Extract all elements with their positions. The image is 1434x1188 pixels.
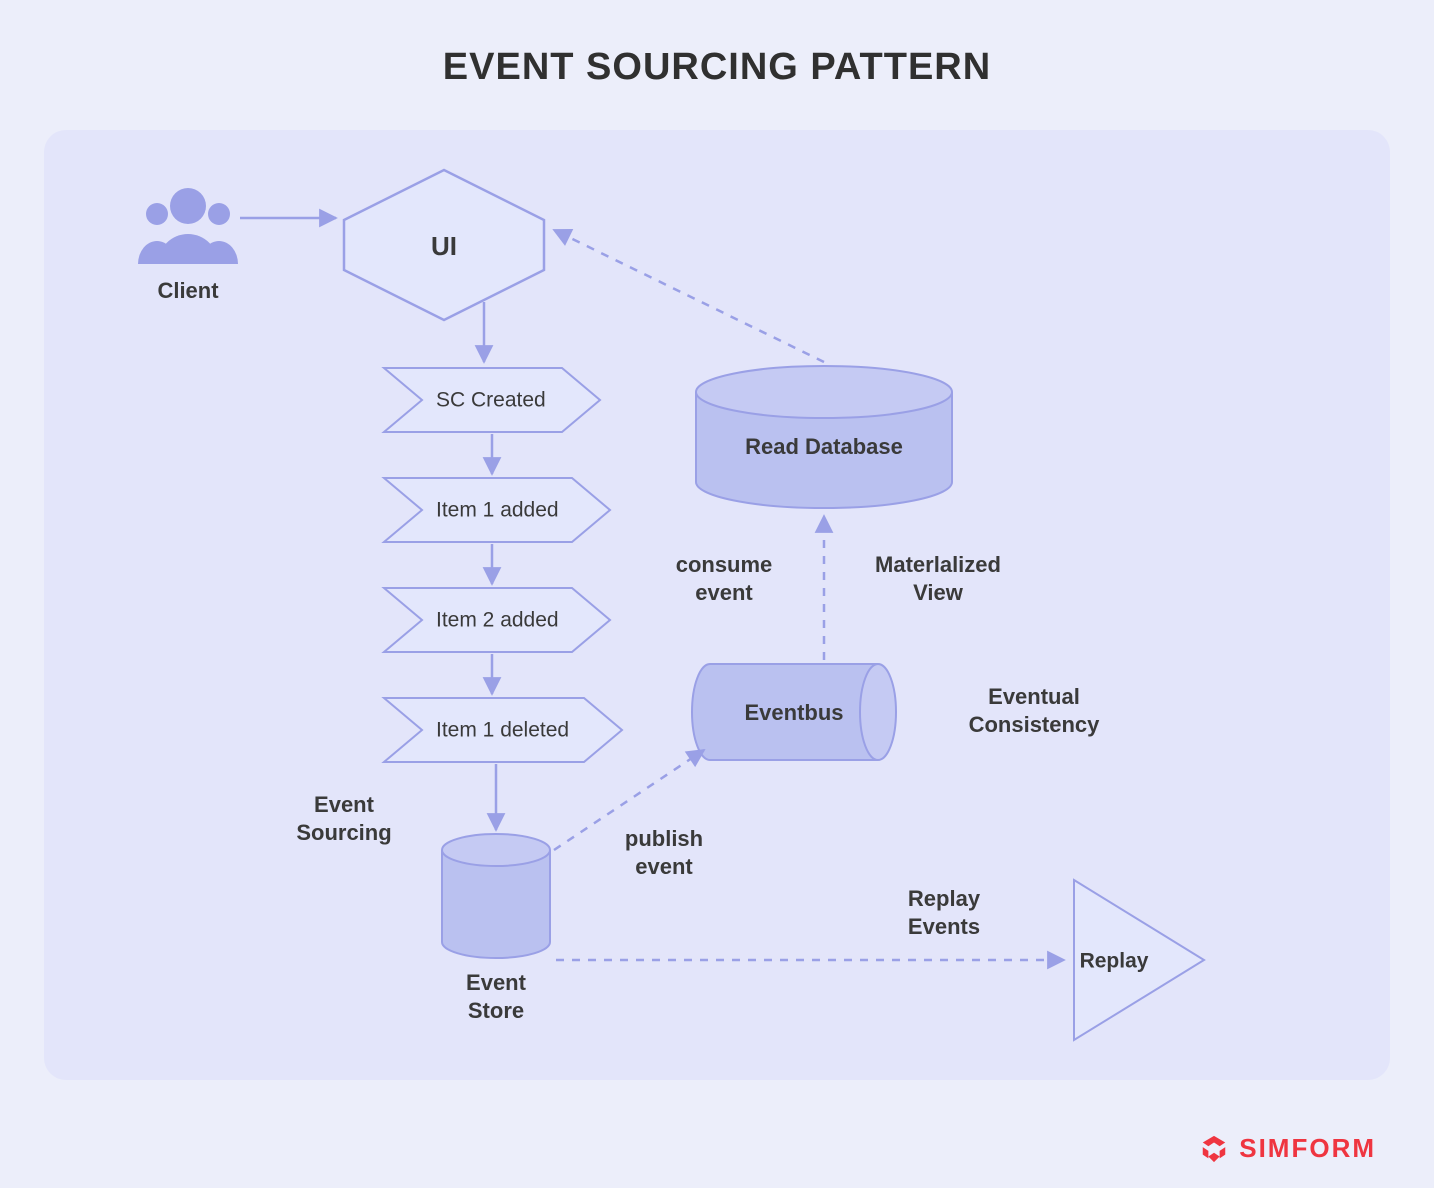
publish-event-label-1: publish <box>625 826 703 851</box>
svg-text:Item 1 added: Item 1 added <box>436 499 559 522</box>
client-icon <box>138 188 238 264</box>
event-sc-created: SC Created <box>384 368 600 432</box>
ui-label: UI <box>431 231 457 261</box>
eventbus-node: Eventbus <box>692 664 896 760</box>
replay-node: Replay <box>1074 880 1204 1040</box>
eventual-consistency-label-1: Eventual <box>988 684 1080 709</box>
svg-text:Replay: Replay <box>1080 950 1149 973</box>
materialized-view-label-2: View <box>913 580 964 605</box>
svg-text:Item 2 added: Item 2 added <box>436 609 559 632</box>
event-item2-added: Item 2 added <box>384 588 610 652</box>
svg-text:Item 1 deleted: Item 1 deleted <box>436 719 569 742</box>
svg-text:SC Created: SC Created <box>436 389 546 412</box>
read-database-node: Read Database <box>696 366 952 508</box>
svg-text:Eventbus: Eventbus <box>744 700 843 725</box>
publish-event-label-2: event <box>635 854 693 879</box>
event-sourcing-label-1: Event <box>314 792 375 817</box>
event-store-label-1: Event <box>466 970 527 995</box>
event-store-node <box>442 834 550 958</box>
event-item1-added: Item 1 added <box>384 478 610 542</box>
page-title: EVENT SOURCING PATTERN <box>0 0 1434 89</box>
replay-events-label-1: Replay <box>908 886 981 911</box>
materialized-view-label-1: Materlalized <box>875 552 1001 577</box>
event-store-label-2: Store <box>468 998 524 1023</box>
eventual-consistency-label-2: Consistency <box>969 712 1101 737</box>
brand-text: SIMFORM <box>1239 1133 1376 1164</box>
event-item1-deleted: Item 1 deleted <box>384 698 622 762</box>
brand-logo: SIMFORM <box>1199 1133 1376 1164</box>
consume-event-label-1: consume <box>676 552 773 577</box>
svg-text:Read Database: Read Database <box>745 434 903 459</box>
replay-events-label-2: Events <box>908 914 980 939</box>
consume-event-label-2: event <box>695 580 753 605</box>
client-label: Client <box>157 278 219 303</box>
arrow-readdb-ui <box>554 230 824 362</box>
simform-icon <box>1199 1134 1229 1164</box>
diagram-panel: Client UI SC Created Item 1 added Item 2… <box>44 130 1390 1080</box>
event-sourcing-label-2: Sourcing <box>296 820 391 845</box>
